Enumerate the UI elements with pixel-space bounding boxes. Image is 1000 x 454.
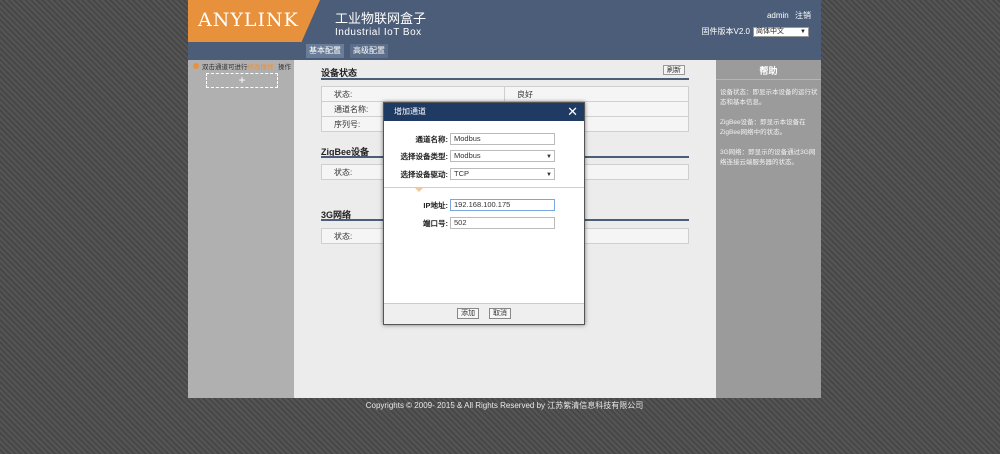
table-row: 状态: 良好: [321, 86, 689, 102]
channel-name-input[interactable]: Modbus: [450, 133, 555, 145]
port-input[interactable]: 502: [450, 217, 555, 229]
ip-row: IP地址: 192.168.100.175: [384, 199, 555, 211]
section-divider: [321, 78, 689, 80]
tab-bar: 基本配置 高级配置: [306, 44, 394, 58]
channel-name-label: 通道名称:: [415, 134, 449, 144]
add-button[interactable]: 添加: [457, 308, 479, 319]
logout-link[interactable]: 注销: [795, 11, 811, 20]
help-title: 帮助: [716, 62, 821, 80]
port-label: 端口号:: [423, 218, 448, 228]
sidebar-op-label: 操作: [278, 64, 291, 71]
tab-advanced-config[interactable]: 高级配置: [350, 44, 388, 58]
status-value: 良好: [504, 86, 689, 102]
header: ANYLINK 工业物联网盒子 Industrial IoT Box admin…: [188, 0, 821, 60]
device-type-value: Modbus: [454, 151, 481, 160]
title-cn: 工业物联网盒子: [335, 11, 427, 26]
port-row: 端口号: 502: [384, 217, 555, 229]
dialog-title: 增加通道: [394, 107, 426, 116]
add-channel-dialog: 增加通道 ✕ 通道名称: Modbus 选择设备类型: Modbus ▼ 选择设…: [383, 102, 585, 325]
chevron-down-icon: ▼: [546, 172, 552, 178]
help-text: 3G网络：即显示的设备通过3G网络连接云端服务器的状态。: [720, 149, 816, 166]
divider-pointer-icon: [414, 187, 424, 192]
ip-label: IP地址:: [423, 200, 448, 210]
driver-row: 选择设备驱动: TCP ▼: [384, 168, 555, 180]
language-select[interactable]: 简体中文 ▼: [753, 26, 809, 37]
close-icon[interactable]: ✕: [567, 103, 578, 121]
info-dot-icon: [193, 63, 199, 69]
add-channel-button[interactable]: +: [206, 73, 278, 88]
logo-text: ANYLINK: [198, 9, 299, 31]
help-panel: 帮助 设备状态：即显示本设备的运行状态和基本信息。 ZigBee设备：即显示本设…: [716, 60, 821, 398]
header-user: admin 注销: [763, 10, 811, 21]
help-text: 设备状态：即显示本设备的运行状态和基本信息。: [720, 89, 818, 106]
ip-input[interactable]: 192.168.100.175: [450, 199, 555, 211]
device-type-select[interactable]: Modbus ▼: [450, 150, 555, 162]
firmware-row: 固件版本V2.0 简体中文 ▼: [702, 26, 809, 37]
driver-value: TCP: [454, 169, 469, 178]
chevron-down-icon: ▼: [800, 28, 806, 35]
logo: ANYLINK: [188, 0, 320, 42]
sidebar-hint-highlight: 修改操作: [247, 64, 274, 71]
title-en: Industrial IoT Box: [335, 27, 422, 38]
cancel-button[interactable]: 取消: [489, 308, 511, 319]
dialog-header: 增加通道 ✕: [384, 103, 584, 121]
chevron-down-icon: ▼: [546, 154, 552, 160]
driver-select[interactable]: TCP ▼: [450, 168, 555, 180]
device-type-label: 选择设备类型:: [400, 151, 449, 161]
channel-sidebar: 双击通道可进行修改操作 操作 +: [188, 60, 294, 398]
tab-basic-config[interactable]: 基本配置: [306, 44, 344, 58]
sidebar-hint: 双击通道可进行修改操作: [202, 64, 274, 71]
help-text: ZigBee设备：即显示本设备在ZigBee网络中的状态。: [720, 119, 806, 136]
language-value: 简体中文: [756, 27, 784, 35]
firmware-version: 固件版本V2.0: [701, 27, 750, 36]
channel-name-row: 通道名称: Modbus: [384, 133, 555, 145]
footer-copyright: Copyrights © 2009- 2015 & All Rights Res…: [365, 401, 644, 410]
refresh-button[interactable]: 刷新: [663, 65, 685, 75]
device-type-row: 选择设备类型: Modbus ▼: [384, 150, 555, 162]
status-label: 状态:: [321, 86, 505, 102]
dialog-footer: 添加 取消: [384, 303, 584, 324]
sidebar-header: 双击通道可进行修改操作 操作: [193, 62, 291, 71]
driver-label: 选择设备驱动:: [400, 169, 449, 179]
username: admin: [766, 11, 789, 20]
